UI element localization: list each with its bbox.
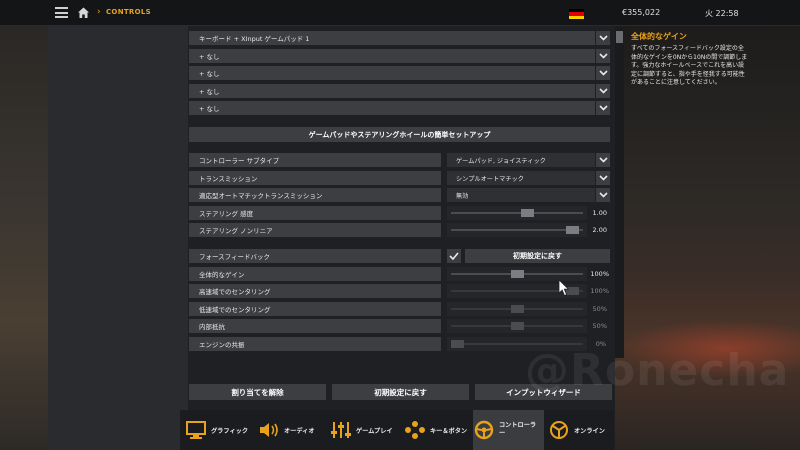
background-scene-left bbox=[0, 24, 48, 450]
ffb-high-speed-centering-label: 高速域でのセンタリング bbox=[189, 284, 441, 298]
force-feedback-label: フォースフィードバック bbox=[189, 249, 441, 263]
input-device-3[interactable]: + なし bbox=[189, 66, 595, 80]
checkmark-icon bbox=[449, 252, 459, 260]
hamburger-menu-icon[interactable] bbox=[55, 7, 68, 18]
adaptive-auto-select[interactable]: 無効 bbox=[447, 188, 595, 202]
ffb-engine-resonance-label: エンジンの共振 bbox=[189, 337, 441, 351]
tab-graphics[interactable]: グラフィック bbox=[185, 410, 255, 450]
speaker-icon bbox=[260, 423, 278, 437]
ffb-internal-resistance-slider[interactable] bbox=[447, 319, 587, 333]
steering-wheel-icon bbox=[474, 420, 494, 440]
reset-defaults-button[interactable]: 初期設定に戻す bbox=[332, 384, 469, 400]
input-device-2[interactable]: + なし bbox=[189, 49, 595, 63]
ffb-low-speed-centering-label: 低速域でのセンタリング bbox=[189, 302, 441, 316]
easy-setup-button[interactable]: ゲームパッドやステアリングホイールの簡単セットアップ bbox=[189, 127, 610, 142]
ffb-high-speed-centering-value: 100% bbox=[590, 287, 609, 295]
german-flag-icon bbox=[569, 9, 584, 19]
info-title: 全体的なゲイン bbox=[631, 32, 687, 41]
ffb-gain-value: 100% bbox=[590, 270, 609, 278]
scrollbar-thumb[interactable] bbox=[616, 31, 623, 43]
slider-knob[interactable] bbox=[510, 305, 524, 313]
home-icon[interactable] bbox=[77, 6, 90, 19]
chevron-down-icon[interactable] bbox=[596, 171, 610, 185]
ffb-reset-button[interactable]: 初期設定に戻す bbox=[465, 249, 610, 263]
unassign-button[interactable]: 割り当てを解除 bbox=[189, 384, 326, 400]
settings-scrollbar[interactable] bbox=[615, 28, 624, 358]
steering-nonlinear-slider[interactable] bbox=[447, 223, 587, 237]
top-bar: › CONTROLS €355,022 火 22:58 bbox=[0, 0, 800, 26]
transmission-select[interactable]: シンプルオートマチック bbox=[447, 171, 595, 185]
adaptive-auto-label: 適応型オートマチックトランスミッション bbox=[189, 188, 441, 202]
steering-sensitivity-slider[interactable] bbox=[447, 206, 587, 220]
info-description: すべてのフォースフィードバック設定の全体的なゲインを0Nから10Nの間で調節しま… bbox=[631, 45, 748, 86]
monitor-icon bbox=[186, 421, 206, 439]
chevron-down-icon[interactable] bbox=[596, 101, 610, 115]
chevron-down-icon[interactable] bbox=[596, 153, 610, 167]
tab-gameplay[interactable]: ゲームプレイ bbox=[330, 410, 402, 450]
buttons-icon bbox=[405, 421, 425, 439]
tab-controllers[interactable]: コントローラー bbox=[473, 410, 544, 450]
controller-subtype-label: コントローラー サブタイプ bbox=[189, 153, 441, 167]
steering-sensitivity-label: ステアリング 感度 bbox=[189, 206, 441, 220]
slider-knob[interactable] bbox=[510, 322, 524, 330]
chevron-down-icon[interactable] bbox=[596, 84, 610, 98]
game-clock: 火 22:58 bbox=[705, 9, 739, 18]
online-icon bbox=[550, 421, 568, 439]
money-balance: €355,022 bbox=[622, 8, 661, 17]
steering-sensitivity-value: 1.00 bbox=[592, 209, 607, 217]
force-feedback-checkbox[interactable] bbox=[447, 249, 461, 263]
steering-nonlinear-label: ステアリング ノンリニア bbox=[189, 223, 441, 237]
chevron-down-icon[interactable] bbox=[596, 31, 610, 45]
ffb-low-speed-centering-value: 50% bbox=[592, 305, 607, 313]
steering-nonlinear-value: 2.00 bbox=[592, 226, 607, 234]
breadcrumb-chevron-icon: › bbox=[97, 7, 101, 17]
slider-knob[interactable] bbox=[451, 340, 464, 348]
tab-audio[interactable]: オーディオ bbox=[258, 410, 326, 450]
ffb-internal-resistance-value: 50% bbox=[592, 322, 607, 330]
input-device-5[interactable]: + なし bbox=[189, 101, 595, 115]
tab-online[interactable]: オンライン bbox=[548, 410, 614, 450]
slider-knob[interactable] bbox=[521, 209, 535, 217]
tab-keys-buttons[interactable]: キー＆ボタン bbox=[404, 410, 472, 450]
breadcrumb: CONTROLS bbox=[106, 8, 151, 16]
input-device-1[interactable]: キーボード + XInput ゲームパッド 1 bbox=[189, 31, 595, 45]
transmission-label: トランスミッション bbox=[189, 171, 441, 185]
chevron-down-icon[interactable] bbox=[596, 49, 610, 63]
chevron-down-icon[interactable] bbox=[596, 188, 610, 202]
controller-subtype-select[interactable]: ゲームパッド, ジョイスティック bbox=[447, 153, 595, 167]
ffb-internal-resistance-label: 内部抵抗 bbox=[189, 319, 441, 333]
mouse-cursor-icon bbox=[558, 279, 570, 297]
input-device-4[interactable]: + なし bbox=[189, 84, 595, 98]
slider-knob[interactable] bbox=[510, 270, 524, 278]
ffb-low-speed-centering-slider[interactable] bbox=[447, 302, 587, 316]
sliders-icon bbox=[331, 422, 351, 438]
slider-knob[interactable] bbox=[566, 226, 580, 234]
watermark: @Ronecha bbox=[525, 345, 790, 396]
chevron-down-icon[interactable] bbox=[596, 66, 610, 80]
ffb-gain-label: 全体的なゲイン bbox=[189, 267, 441, 281]
